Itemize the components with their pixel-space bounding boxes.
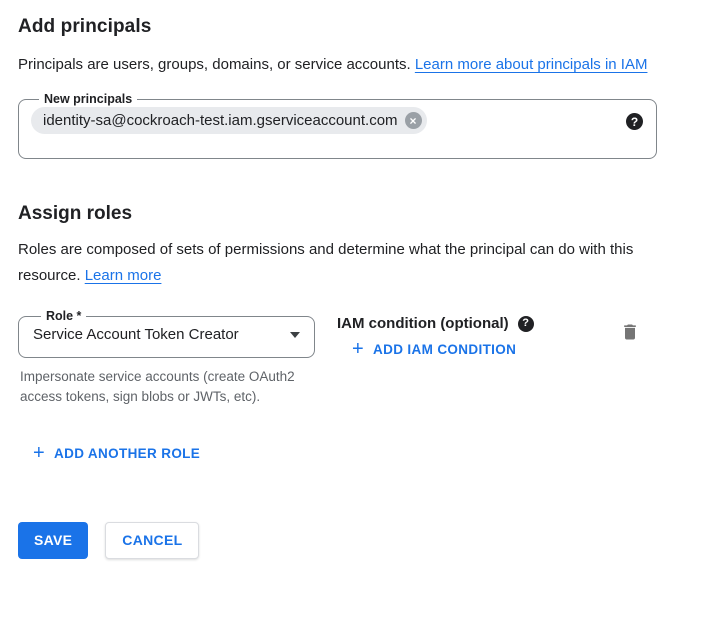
plus-icon: +	[33, 446, 45, 460]
role-row: Role * Service Account Token Creator Imp…	[18, 309, 695, 406]
add-iam-condition-label: ADD IAM CONDITION	[373, 342, 516, 357]
add-principals-panel: Add principals Principals are users, gro…	[0, 0, 713, 559]
assign-roles-title: Assign roles	[18, 203, 695, 225]
add-another-role-button[interactable]: + ADD ANOTHER ROLE	[33, 446, 200, 461]
principal-chip-label: identity-sa@cockroach-test.iam.gservicea…	[43, 112, 398, 129]
page-title: Add principals	[18, 16, 695, 38]
add-iam-condition-button[interactable]: + ADD IAM CONDITION	[337, 342, 516, 357]
learn-more-principals-link[interactable]: Learn more about principals in IAM	[415, 56, 648, 73]
assign-roles-description: Roles are composed of sets of permission…	[18, 237, 670, 289]
role-helper-text: Impersonate service accounts (create OAu…	[20, 367, 306, 406]
add-another-role-label: ADD ANOTHER ROLE	[54, 446, 200, 461]
role-label-notch: Role *	[41, 309, 86, 323]
plus-icon: +	[352, 342, 364, 356]
remove-principal-icon[interactable]: ×	[405, 112, 422, 129]
learn-more-roles-link[interactable]: Learn more	[85, 267, 162, 284]
save-button[interactable]: SAVE	[18, 522, 88, 559]
iam-condition-column: IAM condition (optional) ? + ADD IAM CON…	[337, 309, 534, 361]
role-column: Role * Service Account Token Creator Imp…	[18, 309, 315, 406]
dropdown-arrow-icon	[290, 332, 300, 338]
iam-condition-help-icon[interactable]: ?	[518, 316, 534, 332]
new-principals-label: New principals	[44, 92, 132, 106]
iam-condition-label-row: IAM condition (optional) ?	[337, 315, 534, 332]
new-principals-field[interactable]: New principals identity-sa@cockroach-tes…	[18, 92, 657, 159]
new-principals-label-notch: New principals	[39, 92, 137, 106]
principal-chip: identity-sa@cockroach-test.iam.gservicea…	[31, 107, 427, 134]
role-select-body: Service Account Token Creator	[33, 323, 302, 343]
iam-condition-label: IAM condition (optional)	[337, 315, 509, 332]
principals-description: Principals are users, groups, domains, o…	[18, 52, 670, 78]
trash-icon	[620, 330, 640, 345]
cancel-button[interactable]: CANCEL	[105, 522, 199, 559]
role-select[interactable]: Role * Service Account Token Creator	[18, 309, 315, 358]
dialog-actions: SAVE CANCEL	[18, 522, 695, 559]
principals-description-text: Principals are users, groups, domains, o…	[18, 56, 415, 73]
delete-role-button[interactable]	[620, 322, 640, 342]
role-selected-value: Service Account Token Creator	[33, 326, 239, 343]
new-principals-help-icon[interactable]: ?	[626, 113, 643, 130]
role-label: Role *	[46, 309, 81, 323]
